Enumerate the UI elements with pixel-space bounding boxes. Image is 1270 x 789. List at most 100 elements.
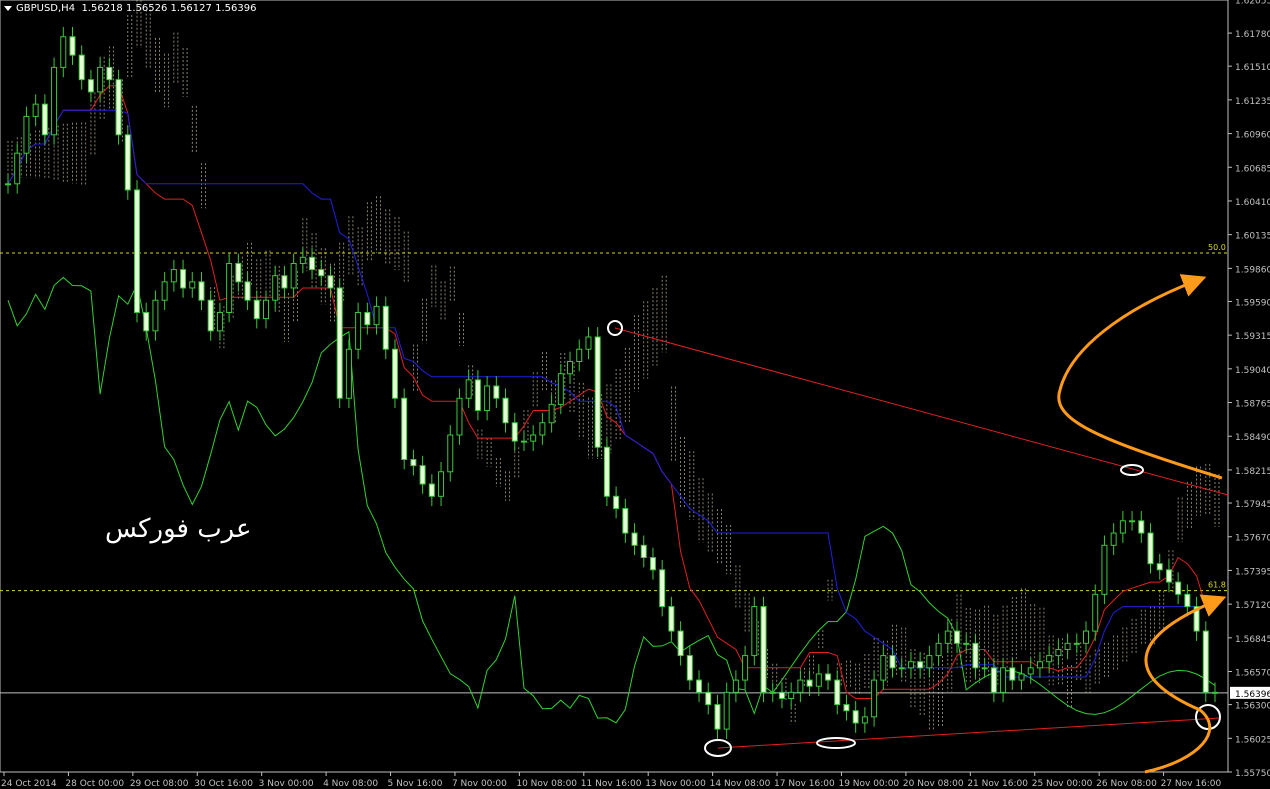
chart-canvas[interactable]: 1.62055 1.61780 1.61510 1.61235 1.60960 1.606… xyxy=(0,0,1270,789)
candle-body xyxy=(585,336,592,350)
candle-body xyxy=(880,655,887,681)
candle-body xyxy=(447,434,454,473)
x-tick-label: 4 Nov 08:00 xyxy=(323,779,378,789)
candle-body xyxy=(539,422,546,436)
candle-body xyxy=(714,704,721,730)
candle-body xyxy=(189,281,196,289)
candle-body xyxy=(778,691,785,699)
candle-body xyxy=(963,642,970,645)
x-tick-label: 10 Nov 08:00 xyxy=(516,779,577,789)
y-tick-label: 1.59315 xyxy=(1235,332,1270,342)
candle-body xyxy=(124,134,131,191)
watermark-text: عرب فوركس xyxy=(105,514,252,544)
x-tick-label: 21 Nov 16:00 xyxy=(967,779,1028,789)
candle-body xyxy=(290,262,297,289)
candle-body xyxy=(1147,532,1154,565)
candle-body xyxy=(484,385,491,412)
candle-body xyxy=(345,348,352,399)
candle-body xyxy=(769,691,776,694)
candle-body xyxy=(1119,520,1126,534)
candle-body xyxy=(788,691,795,699)
candle-body xyxy=(1156,563,1163,571)
dropdown-triangle-icon[interactable] xyxy=(4,5,12,11)
y-tick-label: 1.62055 xyxy=(1235,0,1270,6)
x-tick-label: 7 Nov 00:00 xyxy=(452,779,507,789)
candle-body xyxy=(1129,520,1136,523)
x-tick-label: 27 Nov 16:00 xyxy=(1161,779,1222,789)
candle-body xyxy=(474,379,481,412)
candle-body xyxy=(327,275,334,289)
circle-marker xyxy=(1120,464,1144,476)
x-tick-label: 29 Oct 08:00 xyxy=(130,779,189,789)
candle-body xyxy=(806,679,813,687)
candle-body xyxy=(972,642,979,669)
candle-body xyxy=(1073,642,1080,645)
candle-body xyxy=(640,544,647,559)
candle-body xyxy=(511,422,518,442)
candle-body xyxy=(180,269,187,289)
candle-body xyxy=(1027,667,1034,675)
candle-body xyxy=(502,397,509,424)
candle-body xyxy=(1064,642,1071,650)
candle-body xyxy=(1092,593,1099,632)
y-tick-label: 1.55750 xyxy=(1235,769,1270,779)
candle-body xyxy=(594,336,601,448)
candle-body xyxy=(1184,593,1191,608)
candle-body xyxy=(87,79,94,93)
candle-body xyxy=(161,281,168,301)
candle-body xyxy=(419,465,426,485)
candle-body xyxy=(696,679,703,693)
symbol-label: GBPUSD,H4 xyxy=(16,3,76,14)
candle-body xyxy=(871,679,878,718)
candle-body xyxy=(760,606,767,693)
candle-body xyxy=(668,606,675,632)
y-tick-label: 1.58490 xyxy=(1235,433,1270,443)
open-value: 1.56218 xyxy=(81,3,123,14)
candle-body xyxy=(825,673,832,681)
candle-body xyxy=(69,36,76,56)
tenkan-line xyxy=(7,85,1215,699)
candle-body xyxy=(391,348,398,399)
candle-body xyxy=(438,471,445,497)
candle-body xyxy=(705,691,712,706)
candle-body xyxy=(336,287,343,399)
x-tick-label: 3 Nov 00:00 xyxy=(259,779,314,789)
candle-body xyxy=(834,679,841,706)
candle-body xyxy=(1046,655,1053,663)
y-tick-label: 1.56300 xyxy=(1235,702,1270,712)
x-tick-label: 25 Nov 00:00 xyxy=(1032,779,1093,789)
candle-body xyxy=(1083,630,1090,644)
y-tick-label: 1.58765 xyxy=(1235,400,1270,410)
x-tick-label: 5 Nov 16:00 xyxy=(388,779,443,789)
y-tick-label: 1.59040 xyxy=(1235,366,1270,376)
y-tick-label: 1.60410 xyxy=(1235,198,1270,208)
resistance-trendline xyxy=(614,327,1229,496)
close-value: 1.56396 xyxy=(215,3,257,14)
fib-level-label: 50.0 xyxy=(1208,243,1226,252)
x-tick-label: 11 Nov 16:00 xyxy=(581,779,642,789)
candle-body xyxy=(622,508,629,534)
candle-body xyxy=(410,459,417,467)
candle-body xyxy=(613,495,620,510)
candle-body xyxy=(631,532,638,546)
x-tick-label: 20 Nov 08:00 xyxy=(903,779,964,789)
candle-body xyxy=(1036,661,1043,669)
candle-body xyxy=(1009,667,1016,681)
chikou-line xyxy=(7,276,1216,724)
candle-body xyxy=(935,642,942,657)
candle-body xyxy=(14,152,21,185)
candles xyxy=(5,26,1218,739)
candle-body xyxy=(5,183,11,186)
y-tick-label: 1.56025 xyxy=(1235,735,1270,745)
candle-body xyxy=(253,299,260,320)
candle-body xyxy=(907,661,914,669)
y-tick-label: 1.61235 xyxy=(1235,97,1270,107)
candle-body xyxy=(373,305,380,326)
candle-body xyxy=(272,275,279,301)
candle-body xyxy=(954,630,961,644)
candle-body xyxy=(60,36,67,68)
y-tick-label: 1.57670 xyxy=(1235,534,1270,544)
candle-body xyxy=(1165,569,1172,583)
candle-body xyxy=(659,569,666,608)
low-value: 1.56127 xyxy=(170,3,212,14)
